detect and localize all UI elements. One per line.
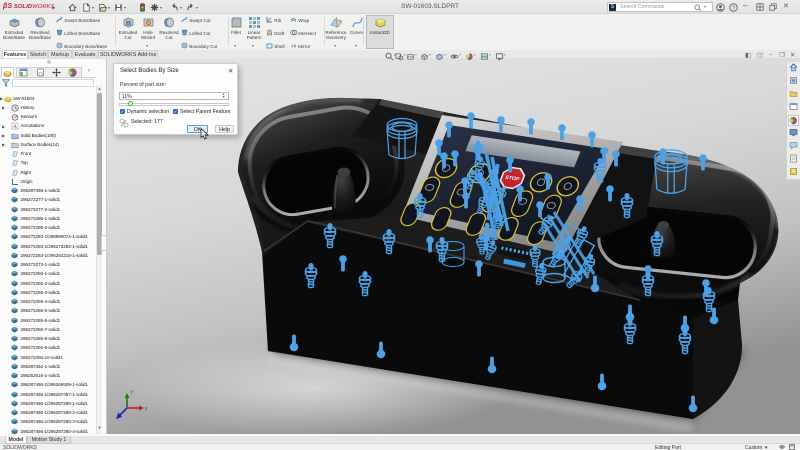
svg-text:A: A — [13, 124, 17, 130]
